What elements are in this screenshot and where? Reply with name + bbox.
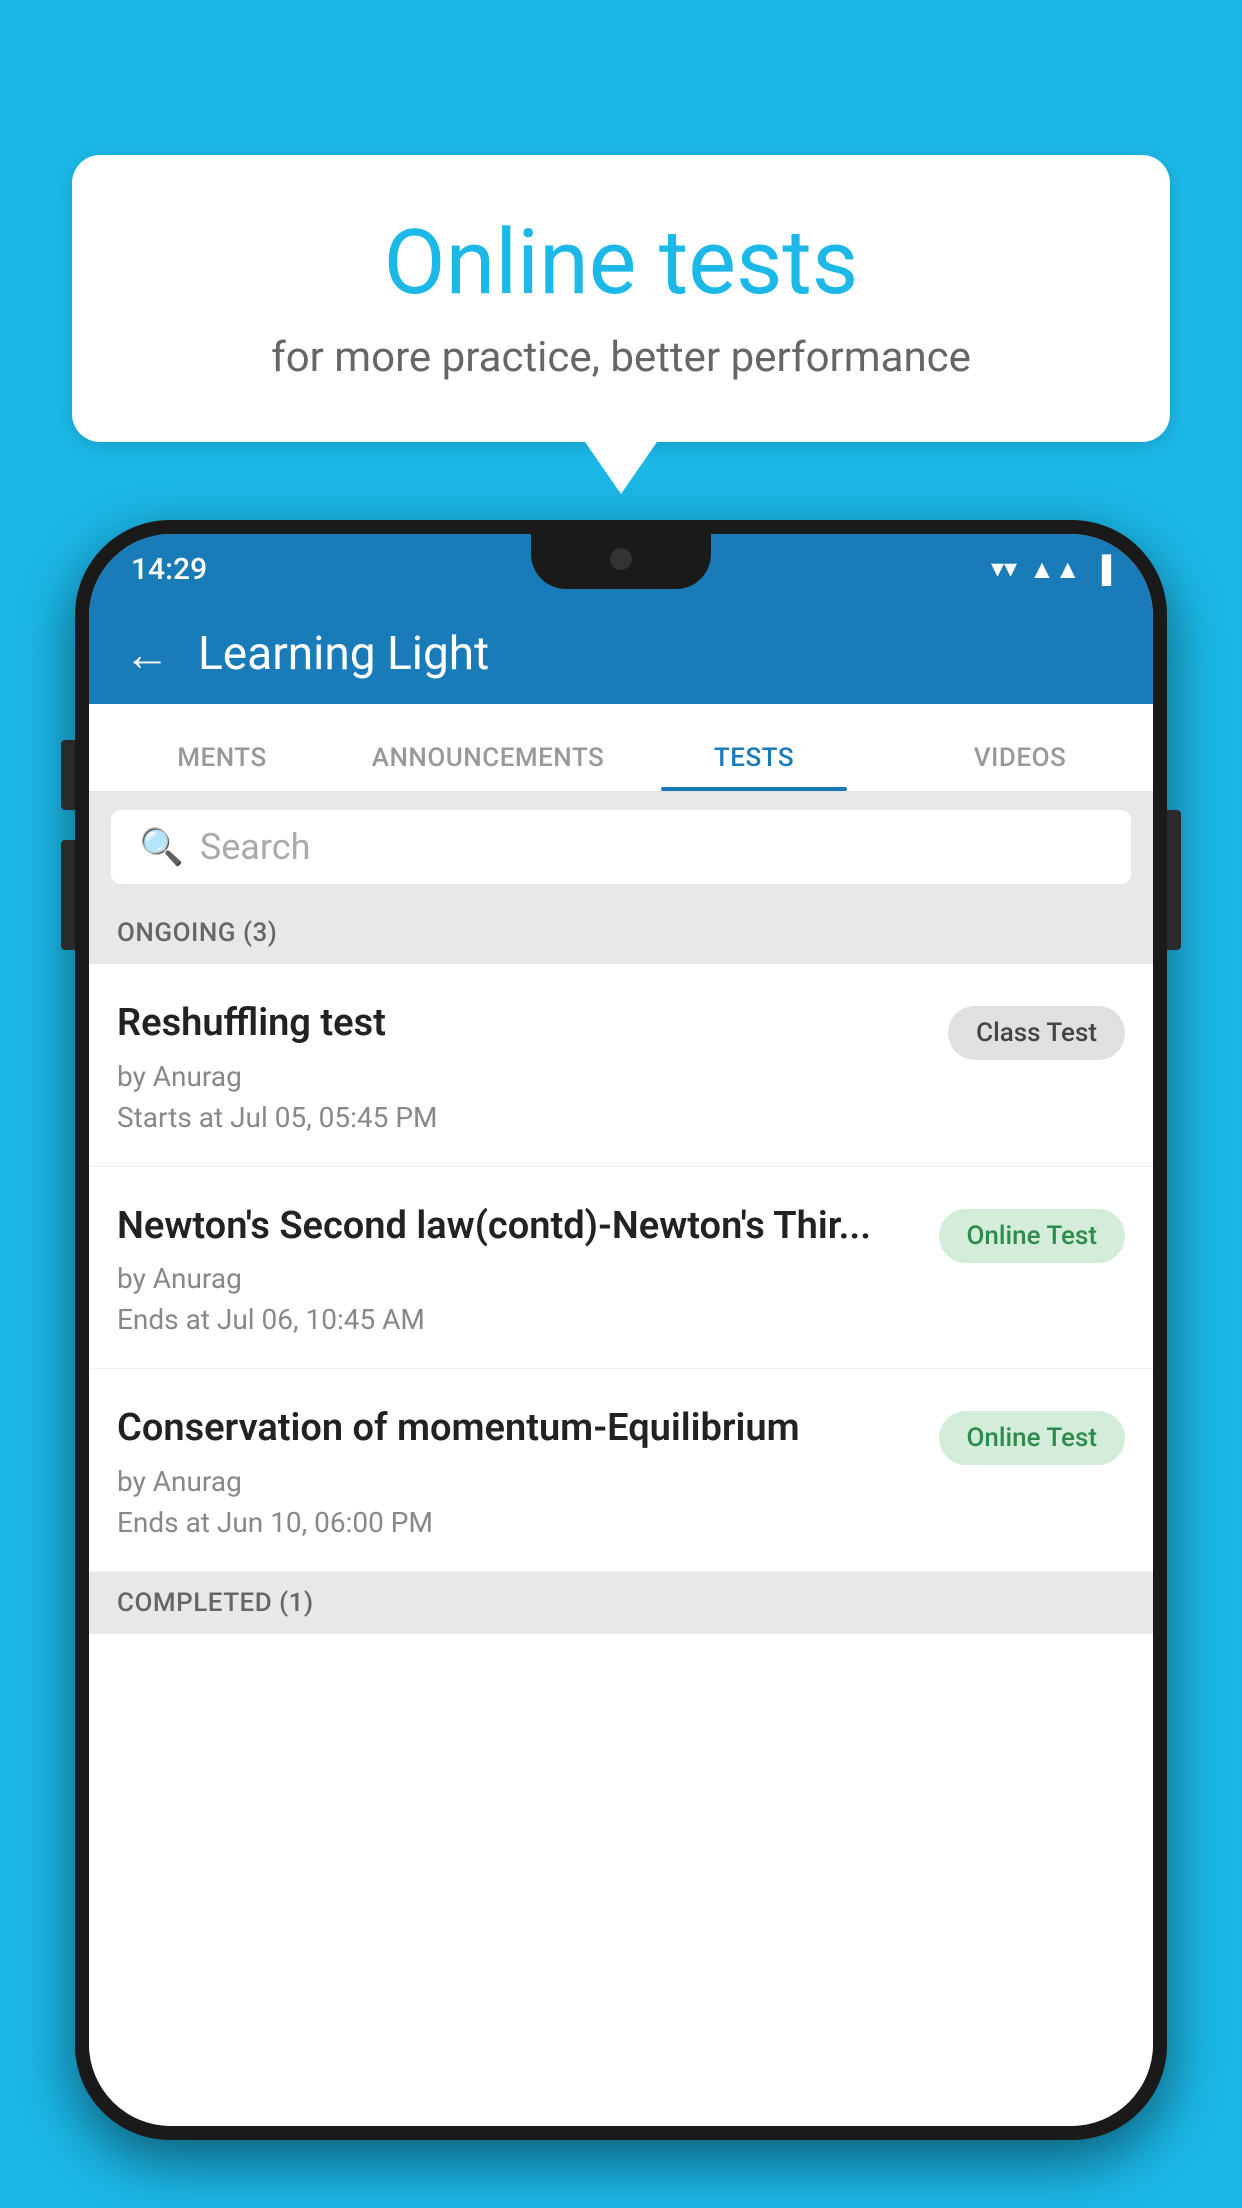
back-button[interactable]: ← (124, 627, 170, 682)
test-date-1: Starts at Jul 05, 05:45 PM (117, 1101, 928, 1134)
phone-notch (531, 534, 711, 589)
camera (610, 548, 632, 570)
test-date-3: Ends at Jun 10, 06:00 PM (117, 1506, 919, 1539)
side-button-left2 (61, 840, 75, 950)
tab-announcements[interactable]: ANNOUNCEMENTS (355, 743, 621, 791)
test-date-2: Ends at Jul 06, 10:45 AM (117, 1303, 919, 1336)
test-by-2: by Anurag (117, 1262, 919, 1295)
test-item-3[interactable]: Conservation of momentum-Equilibrium by … (89, 1369, 1153, 1572)
completed-section-header: COMPLETED (1) (89, 1572, 1153, 1634)
search-icon: 🔍 (139, 826, 184, 868)
test-info-2: Newton's Second law(contd)-Newton's Thir… (117, 1203, 919, 1337)
signal-icon: ▲▲ (1029, 554, 1080, 585)
bubble-title: Online tests (132, 210, 1110, 315)
speech-bubble: Online tests for more practice, better p… (72, 155, 1170, 442)
tab-videos[interactable]: VIDEOS (887, 743, 1153, 791)
search-box[interactable]: 🔍 Search (111, 810, 1131, 884)
test-by-1: by Anurag (117, 1060, 928, 1093)
side-button-right (1167, 810, 1181, 950)
test-name-3: Conservation of momentum-Equilibrium (117, 1405, 919, 1453)
test-info-3: Conservation of momentum-Equilibrium by … (117, 1405, 919, 1539)
test-info-1: Reshuffling test by Anurag Starts at Jul… (117, 1000, 928, 1134)
bubble-subtitle: for more practice, better performance (132, 333, 1110, 382)
test-badge-2: Online Test (939, 1209, 1126, 1263)
app-header: ← Learning Light (89, 604, 1153, 704)
test-badge-3: Online Test (939, 1411, 1126, 1465)
scroll-content: Reshuffling test by Anurag Starts at Jul… (89, 964, 1153, 2126)
header-title: Learning Light (198, 627, 489, 681)
phone-screen: 14:29 ▾▾ ▲▲ ▐ ← Learning Light MENTS ANN… (89, 534, 1153, 2126)
test-badge-1: Class Test (948, 1006, 1125, 1060)
tab-ments[interactable]: MENTS (89, 743, 355, 791)
search-input[interactable]: Search (200, 826, 311, 868)
search-container: 🔍 Search (89, 792, 1153, 902)
test-name-2: Newton's Second law(contd)-Newton's Thir… (117, 1203, 919, 1251)
wifi-icon: ▾▾ (991, 554, 1017, 584)
test-item-2[interactable]: Newton's Second law(contd)-Newton's Thir… (89, 1167, 1153, 1370)
phone-outer: 14:29 ▾▾ ▲▲ ▐ ← Learning Light MENTS ANN… (75, 520, 1167, 2140)
test-item-1[interactable]: Reshuffling test by Anurag Starts at Jul… (89, 964, 1153, 1167)
phone-container: 14:29 ▾▾ ▲▲ ▐ ← Learning Light MENTS ANN… (75, 520, 1167, 2208)
tab-tests[interactable]: TESTS (621, 743, 887, 791)
side-button-left1 (61, 740, 75, 810)
test-by-3: by Anurag (117, 1465, 919, 1498)
test-name-1: Reshuffling test (117, 1000, 928, 1048)
status-time: 14:29 (131, 552, 207, 587)
ongoing-section-header: ONGOING (3) (89, 902, 1153, 964)
status-icons: ▾▾ ▲▲ ▐ (991, 554, 1111, 585)
tabs-bar: MENTS ANNOUNCEMENTS TESTS VIDEOS (89, 704, 1153, 792)
battery-icon: ▐ (1093, 554, 1111, 585)
